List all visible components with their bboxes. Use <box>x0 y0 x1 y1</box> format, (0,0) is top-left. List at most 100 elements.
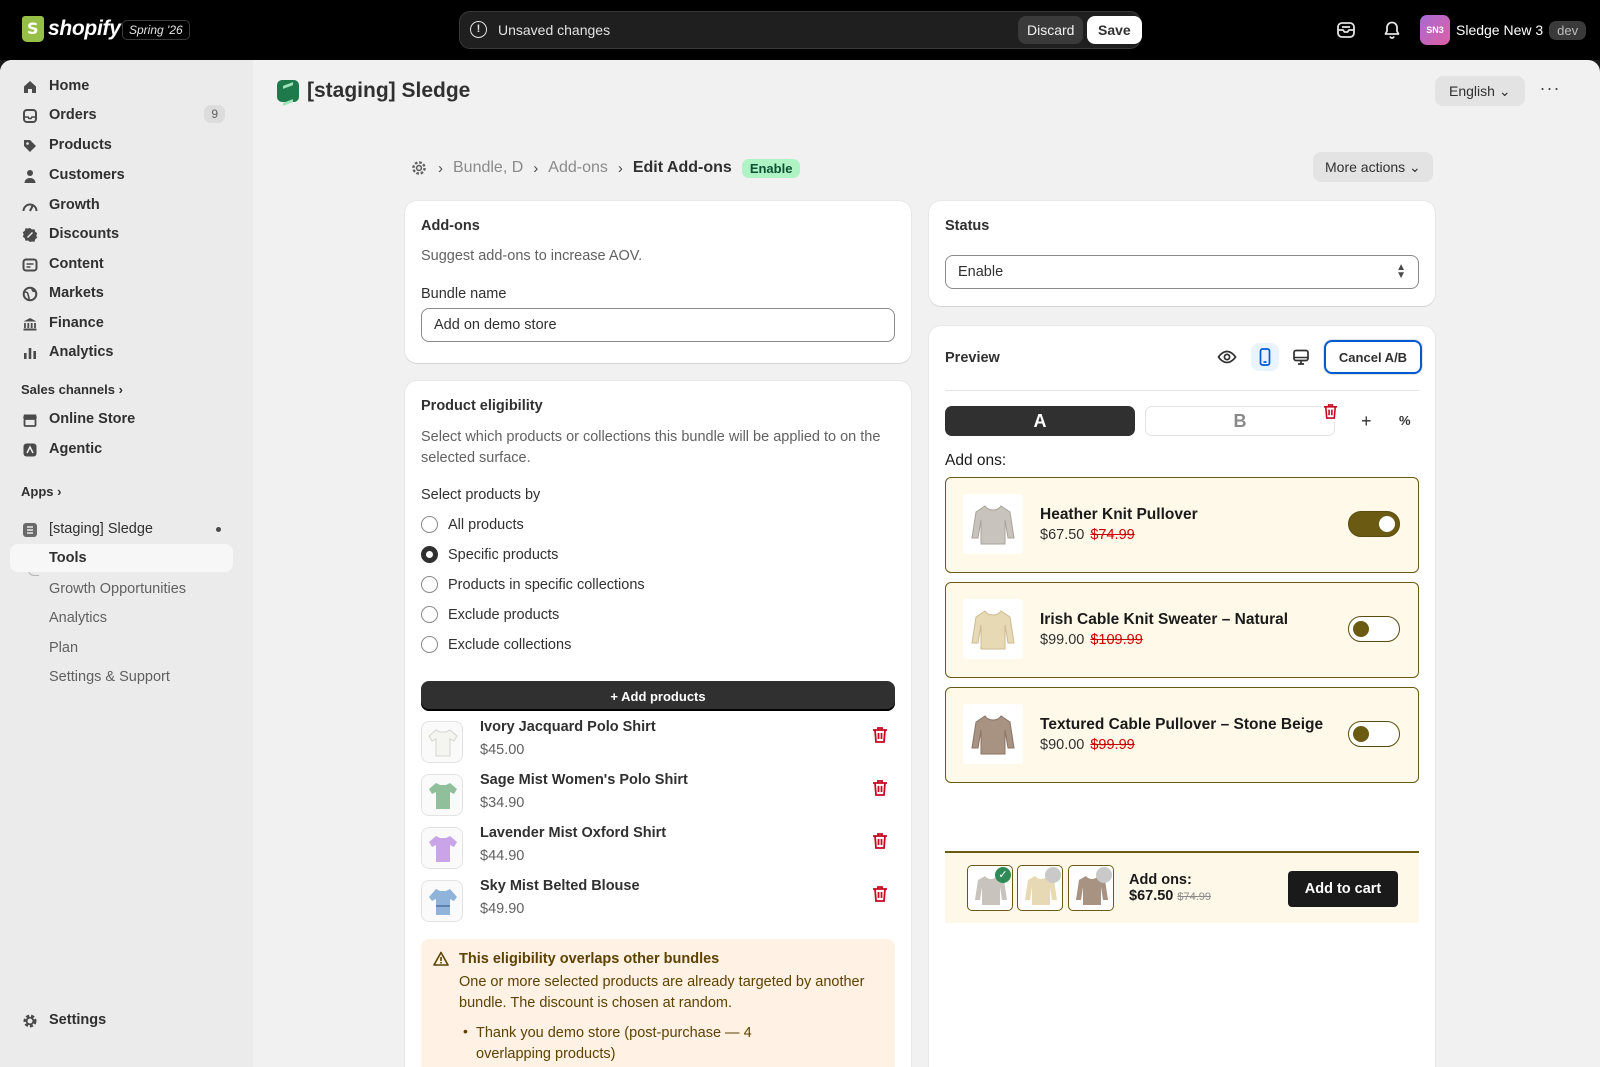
sidebar-item-markets[interactable]: Markets <box>10 279 233 307</box>
sidebar-item-home[interactable]: Home <box>10 72 233 100</box>
inbox-icon[interactable] <box>1336 20 1356 40</box>
sticky-thumbnail[interactable] <box>1017 865 1063 911</box>
addon-name: Heather Knit Pullover <box>1040 506 1198 523</box>
overlap-bundle-link[interactable]: Thank you demo store <box>476 1025 620 1041</box>
radio-specific-products[interactable]: Specific products <box>421 546 558 563</box>
home-icon <box>24 81 36 93</box>
language-select[interactable]: English ⌄ <box>1435 76 1525 106</box>
sidebar-item-label: Growth <box>49 197 100 213</box>
addon-thumbnail <box>963 494 1023 554</box>
check-icon: ✓ <box>995 867 1011 883</box>
addon-toggle-on[interactable] <box>1348 511 1400 537</box>
sweater-icon <box>971 715 1015 755</box>
sales-channels-heading[interactable]: Sales channels › <box>21 382 123 397</box>
product-price: $44.90 <box>480 848 525 864</box>
sidebar-item-discounts[interactable]: Discounts <box>10 220 233 248</box>
trash-icon[interactable] <box>871 778 889 798</box>
variant-a-tab[interactable]: A <box>945 406 1135 436</box>
mobile-view-icon[interactable] <box>1251 343 1279 371</box>
orders-icon <box>23 109 37 123</box>
sidebar-subitem-settings-support[interactable]: Settings & Support <box>49 669 170 685</box>
shopify-logo[interactable]: shopify <box>22 16 121 42</box>
tag-icon <box>24 140 36 152</box>
addon-option-card: Textured Cable Pullover – Stone Beige $9… <box>945 687 1419 783</box>
sidebar-item-agentic[interactable]: Agentic <box>10 435 233 463</box>
product-thumbnail <box>421 880 463 922</box>
addon-toggle-off[interactable] <box>1348 721 1400 747</box>
discard-button[interactable]: Discard <box>1018 16 1084 44</box>
desktop-view-icon[interactable] <box>1287 343 1315 371</box>
sticky-thumbnail[interactable] <box>1068 865 1114 911</box>
language-value: English <box>1449 82 1495 99</box>
addon-option-card: Heather Knit Pullover $67.50 $74.99 <box>945 477 1419 573</box>
cancel-ab-button[interactable]: Cancel A/B <box>1324 340 1422 374</box>
more-options-icon[interactable]: ··· <box>1536 78 1564 104</box>
breadcrumb-bundles[interactable]: Bundle, D <box>453 159 523 177</box>
gear-icon[interactable] <box>410 159 428 177</box>
shirt-icon <box>428 729 458 757</box>
bundle-name-label: Bundle name <box>421 286 507 302</box>
breadcrumb-addons[interactable]: Add-ons <box>548 159 608 177</box>
sweater-icon <box>971 505 1015 545</box>
addon-toggle-off[interactable] <box>1348 616 1400 642</box>
sidebar-subitem-analytics[interactable]: Analytics <box>49 610 107 626</box>
edition-badge: Spring '26 <box>122 20 190 40</box>
sidebar-subitem-growth-opportunities[interactable]: Growth Opportunities <box>49 581 186 597</box>
product-name: Lavender Mist Oxford Shirt <box>480 825 667 841</box>
sidebar-subitem-plan[interactable]: Plan <box>49 640 78 656</box>
warning-body: One or more selected products are alread… <box>459 974 865 1011</box>
sidebar-item-customers[interactable]: Customers <box>10 161 233 189</box>
radio-label: Exclude collections <box>448 636 572 653</box>
add-variant-icon[interactable]: + <box>1361 411 1372 432</box>
select-by-label: Select products by <box>421 487 541 503</box>
radio-all-products[interactable]: All products <box>421 516 524 533</box>
sticky-thumbnail-selected[interactable]: ✓ <box>967 865 1013 911</box>
unchecked-circle-icon <box>1096 867 1112 883</box>
chevron-right-icon: › <box>57 484 62 499</box>
radio-products-in-collections[interactable]: Products in specific collections <box>421 576 645 593</box>
sidebar-item-growth[interactable]: Growth <box>10 191 233 219</box>
unsaved-changes-text: Unsaved changes <box>498 22 611 38</box>
product-name: Ivory Jacquard Polo Shirt <box>480 719 656 735</box>
sidebar-item-online-store[interactable]: Online Store <box>10 405 233 433</box>
sidebar-item-settings[interactable]: Settings <box>10 1006 233 1034</box>
radio-dot <box>421 576 438 593</box>
status-select[interactable]: Enable ▲ ▼ <box>945 255 1419 289</box>
sidebar-item-staging-sledge[interactable]: [staging] Sledge <box>10 515 233 543</box>
growth-icon <box>22 203 38 212</box>
radio-exclude-products[interactable]: Exclude products <box>421 606 559 623</box>
sidebar-item-products[interactable]: Products <box>10 131 233 159</box>
delete-variant-icon[interactable] <box>1322 402 1339 421</box>
radio-exclude-collections[interactable]: Exclude collections <box>421 636 571 653</box>
apps-heading[interactable]: Apps › <box>21 484 61 499</box>
warning-triangle-icon <box>433 951 449 966</box>
variant-b-tab[interactable]: B <box>1145 406 1335 436</box>
bell-icon[interactable] <box>1382 20 1402 40</box>
more-actions-button[interactable]: More actions ⌄ <box>1313 152 1433 182</box>
person-icon <box>24 170 36 183</box>
sidebar-item-orders[interactable]: Orders 9 <box>10 101 233 129</box>
product-thumbnail <box>421 774 463 816</box>
bundle-name-input[interactable]: Add on demo store <box>421 308 895 342</box>
radio-dot <box>421 636 438 653</box>
percent-split-icon[interactable]: % <box>1399 413 1411 428</box>
addon-price: $99.00 $109.99 <box>1040 632 1143 648</box>
pin-dot-icon[interactable] <box>216 527 221 532</box>
sidebar-item-finance[interactable]: Finance <box>10 309 233 337</box>
eye-icon[interactable] <box>1213 343 1241 371</box>
store-switcher[interactable]: SN3 Sledge New 3 dev <box>1420 15 1587 45</box>
gear-icon <box>23 1014 37 1028</box>
trash-icon[interactable] <box>871 725 889 745</box>
alert-circle-icon: ! <box>470 21 487 38</box>
radio-dot-selected <box>421 546 438 563</box>
save-button[interactable]: Save <box>1087 16 1142 44</box>
trash-icon[interactable] <box>871 884 889 904</box>
add-products-button[interactable]: + Add products <box>421 681 895 711</box>
sidebar-item-content[interactable]: Content <box>10 250 233 278</box>
sidebar-item-analytics[interactable]: Analytics <box>10 338 233 366</box>
addons-heading: Add ons: <box>945 452 1007 469</box>
add-to-cart-button[interactable]: Add to cart <box>1288 871 1398 907</box>
preview-card: Preview Cancel A/B A B + % Add ons: Heat… <box>929 326 1435 1067</box>
trash-icon[interactable] <box>871 831 889 851</box>
sidebar-subitem-tools[interactable]: Tools <box>10 544 233 572</box>
